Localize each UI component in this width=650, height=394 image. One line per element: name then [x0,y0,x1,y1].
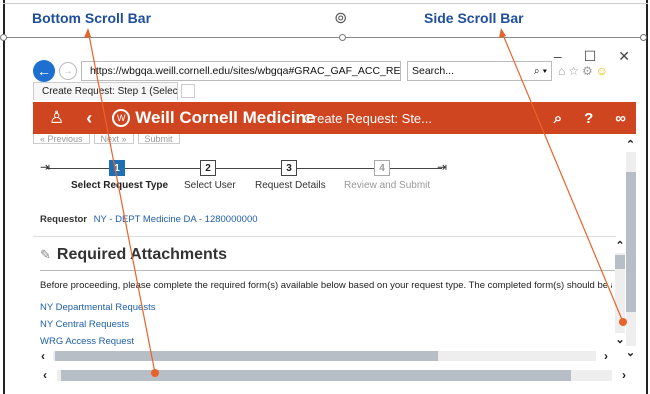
url-text: https://wbgqa.weill.cornell.edu/sites/wb… [90,65,401,77]
favorites-star-icon[interactable]: ☆ [568,64,582,78]
link-wrg-access-request[interactable]: WRG Access Request [40,336,155,347]
step-4: 4 [374,160,390,176]
link-ny-central-requests[interactable]: NY Central Requests [40,319,155,330]
step-1-label: Select Request Type [71,180,169,191]
resize-handle [339,34,346,41]
resize-handle [640,34,647,41]
address-bar[interactable]: https://wbgqa.weill.cornell.edu/sites/wb… [81,61,401,81]
submit-button[interactable]: Submit [137,134,180,144]
stepper-end-icon: ⇥ [437,160,448,174]
brand-name: Weill Cornell Medicine [135,108,316,127]
scroll-right-arrow-icon[interactable]: › [612,368,636,382]
header-back-icon[interactable]: ‹ [86,108,92,129]
step-1[interactable]: 1 [109,160,125,176]
tab-title: Create Request: Step 1 (Selec... [42,86,178,97]
bottom-scroll-thumb[interactable] [61,369,571,381]
scroll-down-arrow-icon[interactable]: ⌄ [615,333,624,347]
paperclip-icon: ✎ [40,247,51,262]
step-2[interactable]: 2 [200,160,216,176]
inner-hscroll-thumb[interactable] [55,351,438,361]
settings-gear-icon[interactable]: ⚙ [582,64,596,78]
browser-window: – ☐ ✕ ← → https://wbgqa.weill.cornell.ed… [33,48,636,386]
form-links: NY Departmental Requests NY Central Requ… [40,302,155,353]
step-2-label: Select User [184,180,236,191]
requestor-value[interactable]: NY - DEPT Medicine DA - 1280000000 [94,214,258,225]
scroll-down-arrow-icon[interactable]: ⌄ [626,346,635,360]
side-scroll-bar[interactable]: ⌃ ⌄ [625,138,636,360]
inner-horizontal-scrollbar[interactable]: ‹ › [33,349,616,363]
heading-underline [40,270,623,271]
inner-vscroll-track[interactable] [615,253,625,333]
scroll-left-arrow-icon[interactable]: ‹ [33,368,57,382]
wcm-logo-icon: W [112,109,131,127]
page-title: Create Request: Ste... [303,110,432,126]
scroll-right-arrow-icon[interactable]: › [596,349,616,363]
binoculars-icon[interactable]: ∞ [615,110,626,127]
browser-search-box[interactable]: Search... ⌕ ▾ [407,61,552,81]
step-nav-buttons: « Previous Next » Submit [33,134,180,144]
search-placeholder: Search... [412,65,455,77]
search-icon[interactable]: ⌕ ▾ [534,65,547,78]
step-4-label: Review and Submit [344,180,431,191]
side-scroll-bar-label: Side Scroll Bar [424,10,524,26]
mouse-pointer-icon: ⊚ [334,10,348,27]
inner-hscroll-track[interactable] [53,351,596,361]
browser-toolbar-icons: ⌂☆⚙☺ [558,64,611,78]
side-scroll-thumb[interactable] [625,172,636,312]
section-divider [33,236,616,237]
scroll-left-arrow-icon[interactable]: ‹ [33,349,53,363]
user-icon[interactable]: ♙ [49,108,64,128]
side-scroll-track[interactable] [625,152,636,346]
requestor-label: Requestor [40,214,87,225]
frame-left-border [3,0,5,394]
requestor-row: Requestor NY - DEPT Medicine DA - 128000… [40,214,258,225]
address-bar-row: ← → https://wbgqa.weill.cornell.edu/site… [33,60,636,82]
browser-forward-button[interactable]: → [59,62,77,80]
section-title: Required Attachments [56,246,228,263]
browser-back-button[interactable]: ← [33,60,55,82]
progress-stepper: ⇥ 1 2 3 4 ⇥ Select Request Type Select U… [33,148,613,198]
frame-right-border [646,0,648,394]
frame-top-border [3,3,648,4]
header-actions: ⌕ ? ∞ [554,110,626,127]
step-3-label: Request Details [255,180,326,191]
stepper-start-icon: ⇥ [40,160,51,174]
bottom-scroll-track[interactable] [57,369,612,381]
browser-tab-row: Create Request: Step 1 (Selec... ✕ [33,82,195,100]
resize-handle [0,34,7,41]
app-header: ♙ ‹ W Weill Cornell Medicine Create Requ… [33,102,636,134]
instructions-text: Before proceeding, please complete the r… [40,280,612,291]
bottom-scroll-bar-label: Bottom Scroll Bar [32,10,152,26]
inner-vscroll-thumb[interactable] [615,255,625,269]
bottom-scroll-bar[interactable]: ‹ › [33,368,636,382]
next-button[interactable]: Next » [93,134,134,144]
scroll-up-arrow-icon[interactable]: ⌃ [615,239,624,253]
link-ny-departmental-requests[interactable]: NY Departmental Requests [40,302,155,313]
feedback-smiley-icon[interactable]: ☺ [596,64,611,78]
required-attachments-heading: ✎ Required Attachments [40,246,227,264]
previous-button[interactable]: « Previous [33,134,90,144]
annotation-divider [5,37,645,38]
home-icon[interactable]: ⌂ [558,64,568,78]
search-icon[interactable]: ⌕ [554,110,562,127]
help-icon[interactable]: ? [584,110,593,127]
scroll-up-arrow-icon[interactable]: ⌃ [626,138,635,152]
new-tab-button[interactable] [181,84,195,98]
browser-tab[interactable]: Create Request: Step 1 (Selec... ✕ [33,82,178,100]
step-3[interactable]: 3 [281,160,297,176]
